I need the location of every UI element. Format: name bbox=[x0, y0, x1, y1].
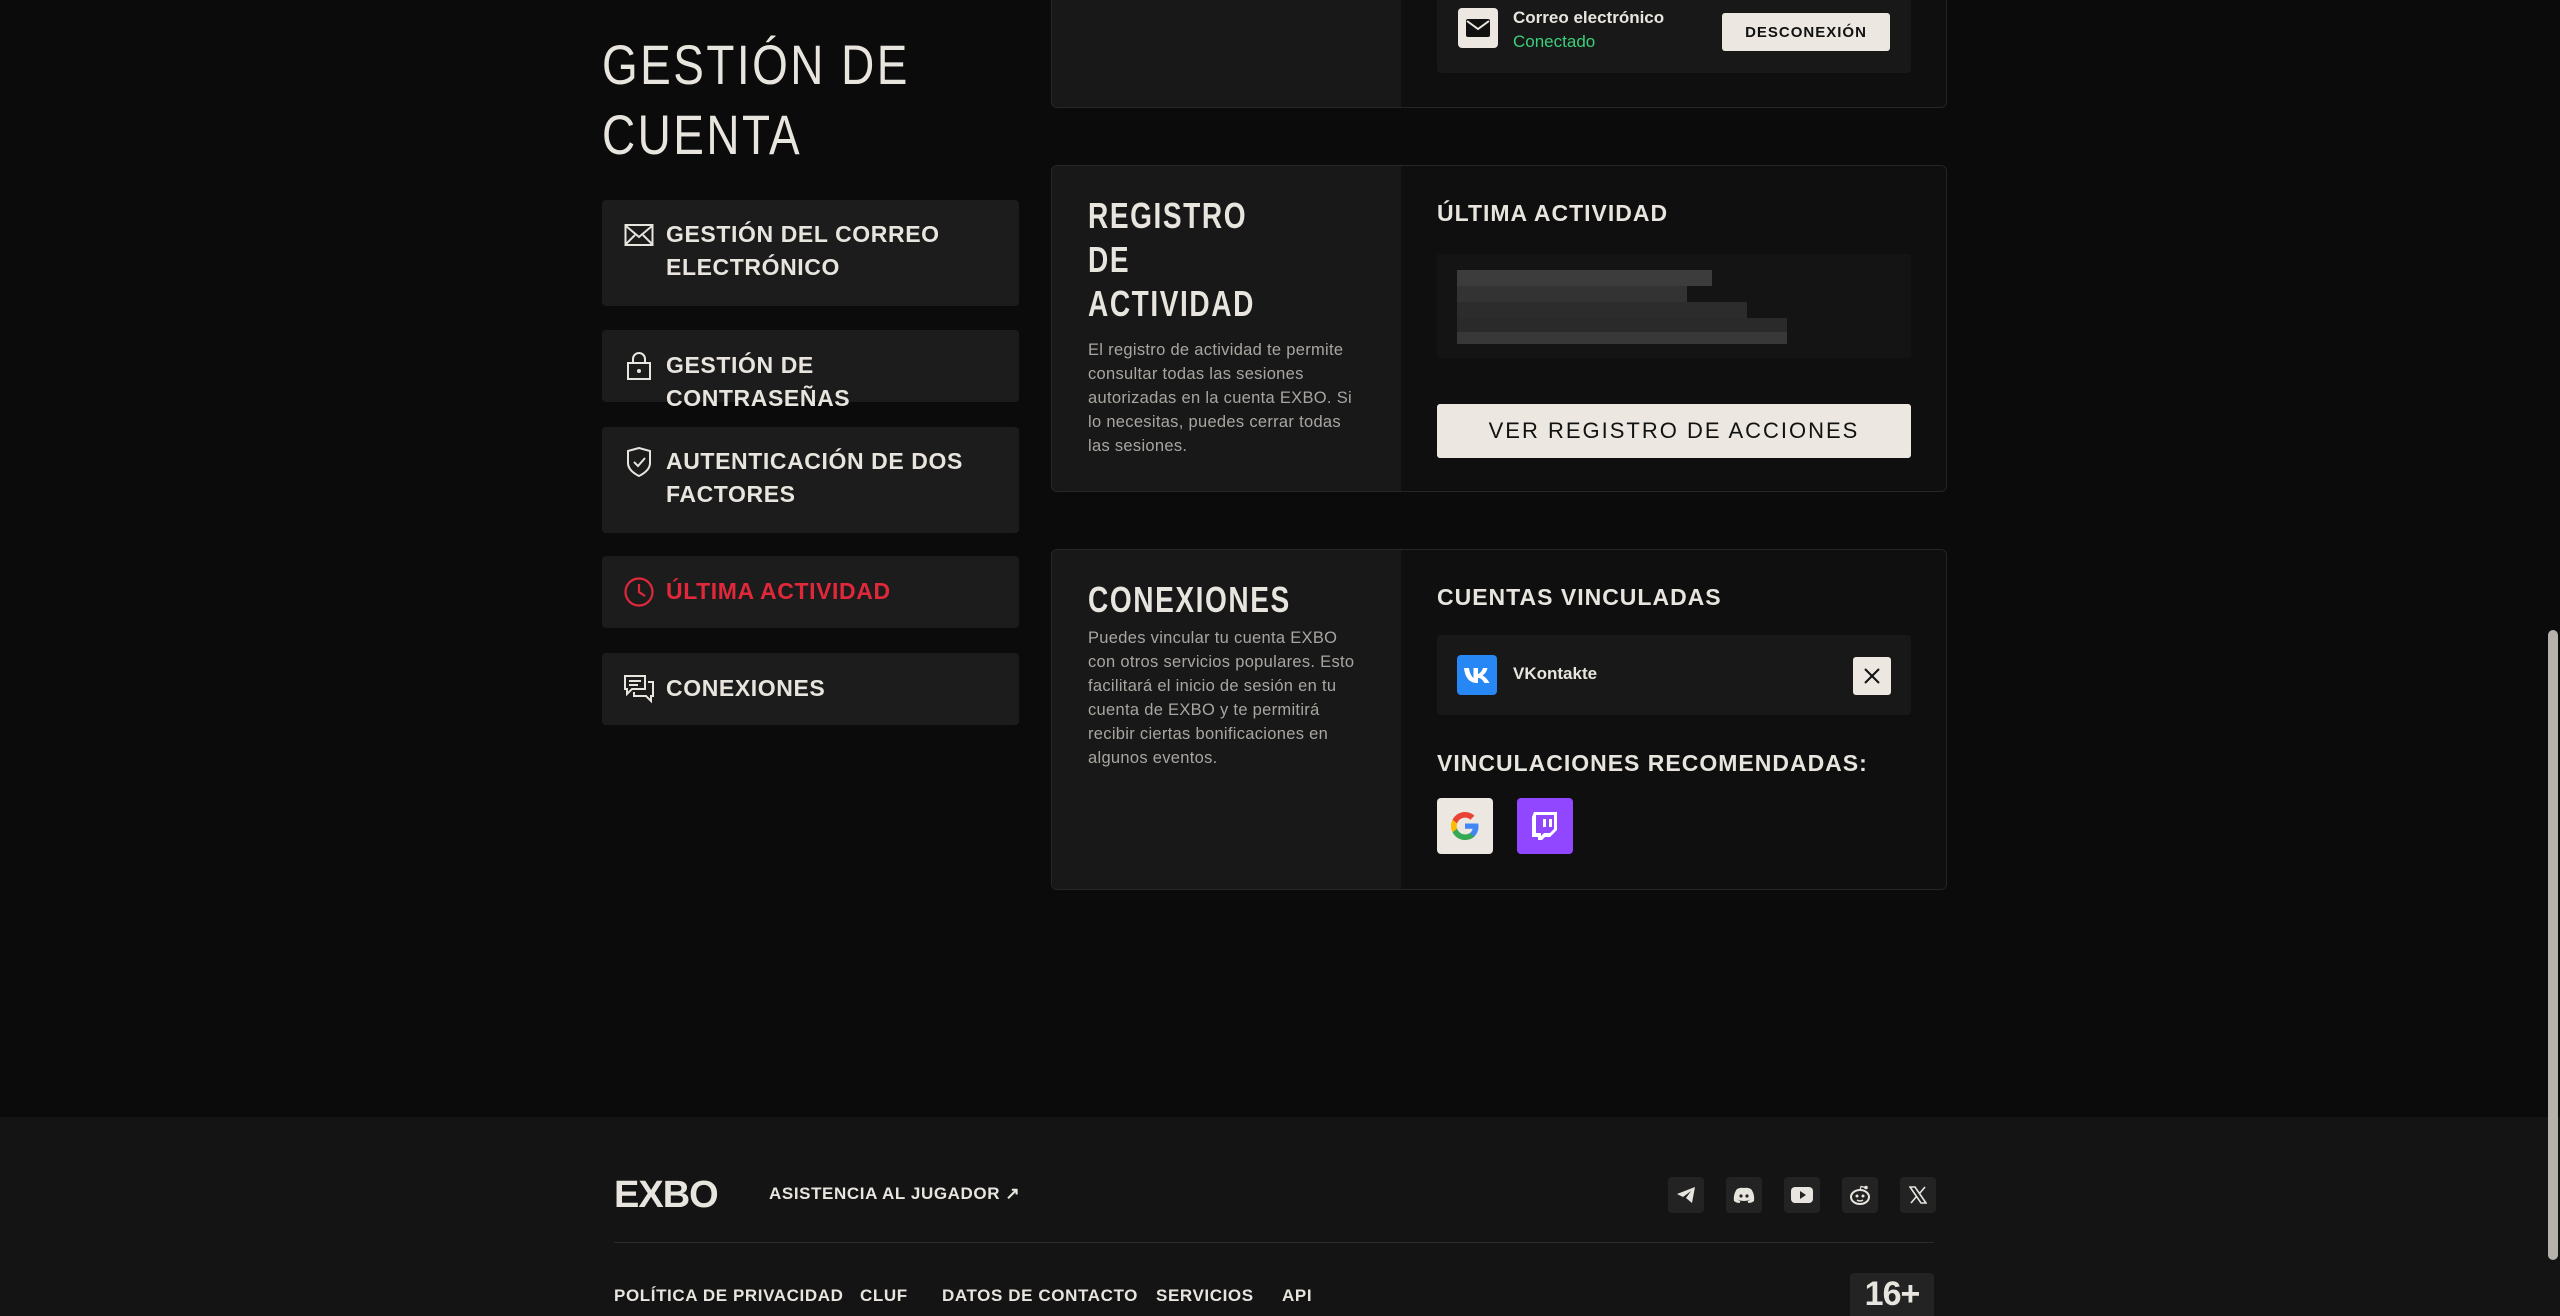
email-card: Correo electrónico Conectado DESCONEXIÓN bbox=[1051, 0, 1947, 108]
lock-icon bbox=[622, 349, 656, 383]
envelope-icon bbox=[622, 218, 656, 252]
footer bbox=[0, 1117, 2560, 1316]
reddit-icon[interactable] bbox=[1842, 1177, 1878, 1213]
unlink-vk-button[interactable] bbox=[1853, 657, 1891, 695]
age-rating-text: 16+ bbox=[1864, 1275, 1921, 1313]
connections-card-title: CONEXIONES bbox=[1088, 579, 1291, 620]
link-twitch-button[interactable] bbox=[1517, 798, 1573, 854]
sidebar-item-label: CONEXIONES bbox=[666, 675, 826, 701]
shield-check-icon bbox=[622, 445, 656, 479]
telegram-icon[interactable] bbox=[1668, 1177, 1704, 1213]
page-scrollbar[interactable] bbox=[2548, 630, 2558, 1260]
email-status: Conectado bbox=[1513, 32, 1596, 51]
activity-card-info: REGISTRO DE ACTIVIDAD El registro de act… bbox=[1052, 166, 1401, 491]
envelope-icon bbox=[1458, 8, 1498, 48]
view-action-log-button[interactable]: VER REGISTRO DE ACCIONES bbox=[1437, 404, 1911, 458]
vk-icon bbox=[1457, 655, 1497, 695]
x-icon[interactable] bbox=[1900, 1177, 1936, 1213]
sidebar-item-label: GESTIÓN DEL CORREO ELECTRÓNICO bbox=[666, 221, 940, 280]
connections-card-description: Puedes vincular tu cuenta EXBO con otros… bbox=[1088, 629, 1355, 767]
sidebar-item-label: ÚLTIMA ACTIVIDAD bbox=[666, 578, 891, 604]
age-rating-badge: 16+ bbox=[1850, 1273, 1934, 1316]
email-card-right: Correo electrónico Conectado DESCONEXIÓN bbox=[1401, 0, 1946, 107]
email-card-left bbox=[1052, 0, 1401, 107]
exbo-logo[interactable]: EXBO bbox=[614, 1173, 719, 1216]
last-activity-title: ÚLTIMA ACTIVIDAD bbox=[1437, 200, 1669, 226]
footer-link-services[interactable]: SERVICIOS bbox=[1156, 1286, 1254, 1306]
sidebar-item-passwords[interactable]: GESTIÓN DE CONTRASEÑAS bbox=[602, 330, 1019, 411]
linked-accounts-title: CUENTAS VINCULADAS bbox=[1437, 584, 1722, 610]
google-icon bbox=[1451, 812, 1479, 840]
linked-account-row: VKontakte bbox=[1437, 635, 1911, 715]
connections-card: CONEXIONES Puedes vincular tu cuenta EXB… bbox=[1051, 549, 1947, 890]
footer-link-api[interactable]: API bbox=[1282, 1286, 1312, 1306]
sidebar-item-label: AUTENTICACIÓN DE DOS FACTORES bbox=[666, 448, 963, 507]
link-google-button[interactable] bbox=[1437, 798, 1493, 854]
linked-account-name: VKontakte bbox=[1513, 664, 1598, 683]
email-connection-row: Correo electrónico Conectado DESCONEXIÓN bbox=[1437, 0, 1911, 73]
activity-log-card: REGISTRO DE ACTIVIDAD El registro de act… bbox=[1051, 165, 1947, 492]
connections-card-content: CUENTAS VINCULADAS VKontakte VINCULACION… bbox=[1401, 550, 1946, 889]
sidebar-item-two-factor[interactable]: AUTENTICACIÓN DE DOS FACTORES bbox=[602, 427, 1019, 533]
footer-link-privacy[interactable]: POLÍTICA DE PRIVACIDAD bbox=[614, 1286, 844, 1306]
activity-card-content: ÚLTIMA ACTIVIDAD VER REGISTRO DE ACCIONE… bbox=[1401, 166, 1946, 491]
page-title: GESTIÓN DE CUENTA bbox=[602, 33, 910, 166]
close-icon bbox=[1864, 668, 1880, 684]
sidebar-item-connections[interactable]: CONEXIONES bbox=[602, 653, 1019, 725]
email-service-label: Correo electrónico bbox=[1513, 8, 1665, 27]
chat-bubbles-icon bbox=[622, 672, 656, 706]
sidebar-item-email[interactable]: GESTIÓN DEL CORREO ELECTRÓNICO bbox=[602, 200, 1019, 306]
youtube-icon[interactable] bbox=[1784, 1177, 1820, 1213]
player-support-link[interactable]: ASISTENCIA AL JUGADOR ↗ bbox=[769, 1184, 1020, 1204]
footer-link-contact[interactable]: DATOS DE CONTACTO bbox=[942, 1286, 1138, 1306]
footer-divider bbox=[614, 1242, 1934, 1243]
activity-card-description: El registro de actividad te permite cons… bbox=[1088, 341, 1352, 455]
logo-text: EXBO bbox=[614, 1173, 719, 1216]
sidebar-item-last-activity[interactable]: ÚLTIMA ACTIVIDAD bbox=[602, 556, 1019, 628]
activity-card-title: REGISTRO DE ACTIVIDAD bbox=[1088, 195, 1255, 324]
discord-icon[interactable] bbox=[1726, 1177, 1762, 1213]
twitch-icon bbox=[1532, 812, 1557, 840]
activity-session-blurred bbox=[1437, 254, 1911, 358]
disconnect-button[interactable]: DESCONEXIÓN bbox=[1722, 13, 1890, 51]
footer-link-eula[interactable]: CLUF bbox=[860, 1286, 908, 1306]
recommended-links-title: VINCULACIONES RECOMENDADAS: bbox=[1437, 750, 1868, 776]
clock-icon bbox=[622, 575, 656, 609]
connections-card-info: CONEXIONES Puedes vincular tu cuenta EXB… bbox=[1052, 550, 1401, 889]
sidebar-item-label: GESTIÓN DE CONTRASEÑAS bbox=[666, 352, 851, 411]
